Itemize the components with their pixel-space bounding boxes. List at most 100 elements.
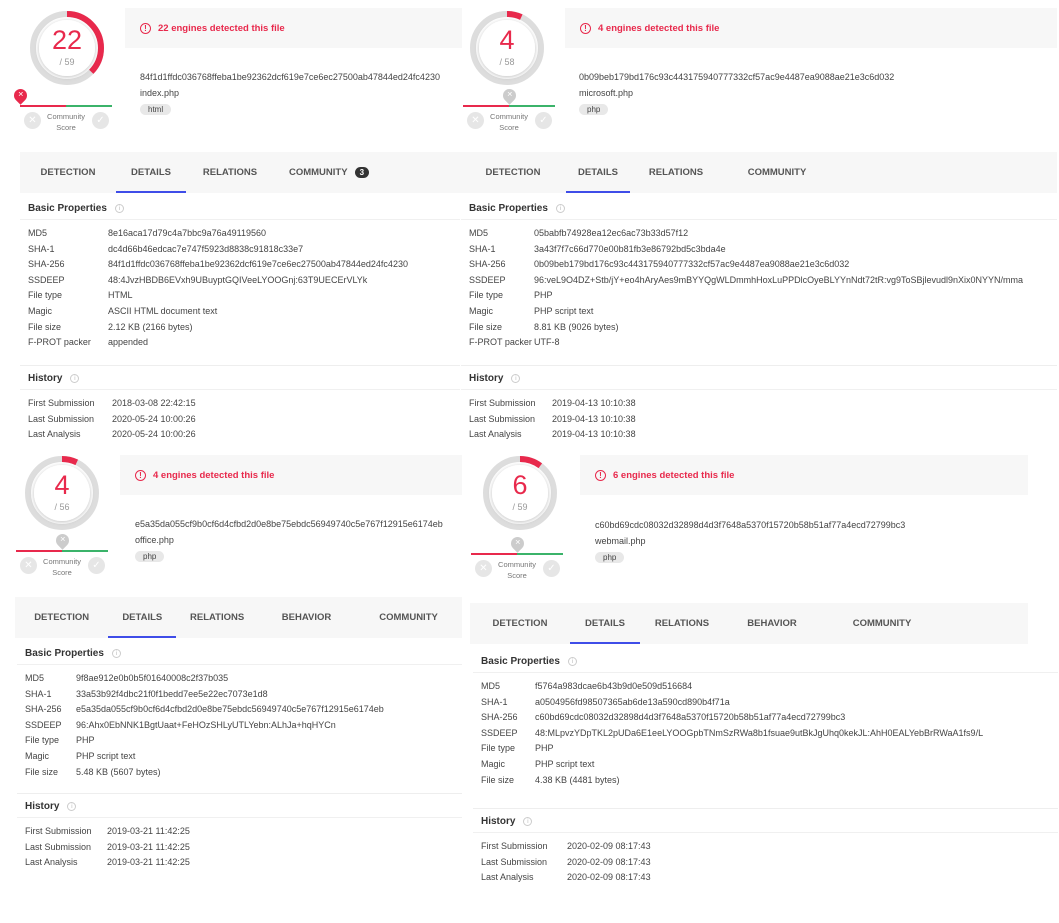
property-label: First Submission [25, 826, 92, 836]
detection-summary: 4 engines detected this file [598, 22, 720, 34]
file-type-tag[interactable]: php [135, 551, 165, 562]
tab-label: COMMUNITY [288, 167, 348, 178]
history-heading: History i [20, 373, 460, 390]
basic-properties-rows: MD5 9f8ae912e0b0b5f01640008c2f37b035 SHA-1… [17, 665, 462, 780]
info-icon[interactable]: i [67, 802, 77, 811]
property-row: MD5 f5764a983dcae6b43b9d0e509d516684 [481, 679, 1058, 695]
vote-harmless-button[interactable]: ✓ [543, 560, 560, 577]
history-rows: First Submission 2019-03-21 11:42:25 Last … [17, 818, 462, 871]
property-label: SSDEEP [25, 719, 62, 730]
file-type-tag[interactable]: html [140, 104, 172, 115]
tab-relations[interactable]: RELATIONS [176, 597, 258, 638]
tab-community[interactable]: COMMUNITY [820, 603, 944, 644]
tab-details[interactable]: DETAILS [116, 152, 186, 193]
info-icon[interactable]: i [567, 657, 577, 666]
property-row: Last Analysis 2020-02-09 08:17:43 [481, 870, 1058, 886]
property-row: F-PROT packer appended [28, 335, 460, 351]
tab-detection[interactable]: DETECTION [470, 603, 570, 644]
tab-relations[interactable]: RELATIONS [640, 603, 724, 644]
tab-community[interactable]: COMMUNITY 3 [274, 152, 384, 193]
history-title: History [25, 801, 60, 812]
vote-harmful-button[interactable]: ✕ [467, 112, 484, 129]
property-value: 2018-03-08 22:42:15 [112, 398, 196, 408]
tab-behavior[interactable]: BEHAVIOR [258, 597, 355, 638]
property-label: Last Analysis [481, 872, 534, 883]
tab-details[interactable]: DETAILS [108, 597, 177, 638]
file-type-tag[interactable]: php [595, 552, 625, 563]
property-value: PHP script text [76, 750, 136, 761]
tab-relations[interactable]: RELATIONS [630, 152, 722, 193]
property-label: First Submission [28, 398, 95, 408]
history: History i First Submission 2020-02-09 08:17… [473, 816, 1058, 886]
alert-icon: ! [580, 22, 591, 34]
property-row: Magic PHP script text [481, 757, 1058, 773]
tab-community[interactable]: COMMUNITY [355, 597, 462, 638]
property-row: SHA-256 c60bd69cdc08032d32898d4d3f7648a53… [481, 710, 1058, 726]
engine-total: / 59 [59, 57, 75, 67]
info-icon[interactable]: i [114, 204, 124, 213]
property-row: Magic PHP script text [469, 304, 1057, 320]
info-icon[interactable]: i [511, 374, 521, 383]
property-label: MD5 [28, 228, 48, 238]
property-value: 3a43f7f7c66d770e00b81fb3e86792bd5c3bda4e [534, 243, 726, 254]
info-icon[interactable]: i [555, 204, 565, 213]
property-row: Last Submission 2019-03-21 11:42:25 [25, 840, 462, 856]
tab-behavior[interactable]: BEHAVIOR [724, 603, 820, 644]
vote-harmless-button[interactable]: ✓ [535, 112, 552, 129]
tab-community[interactable]: COMMUNITY [722, 152, 832, 193]
alert-icon: ! [595, 469, 606, 481]
tab-detection[interactable]: DETECTION [20, 152, 116, 193]
tab-details[interactable]: DETAILS [566, 152, 630, 193]
basic-properties-heading: Basic Properties i [461, 203, 1057, 220]
file-type-tag[interactable]: php [579, 104, 609, 115]
tab-label: COMMUNITY [379, 612, 438, 623]
property-label: Last Submission [25, 841, 92, 852]
tab-relations[interactable]: RELATIONS [186, 152, 274, 193]
history-heading: History i [461, 373, 1057, 390]
property-row: Magic PHP script text [25, 749, 462, 765]
property-value: 2019-03-21 11:42:25 [107, 841, 190, 852]
vote-harmful-button[interactable]: ✕ [24, 112, 41, 129]
property-value: 33a53b92f4dbc21f0f1bedd7ee5e22ec7073e1d8 [76, 688, 268, 699]
detection-summary: 6 engines detected this file [613, 469, 735, 481]
property-value: PHP [76, 735, 95, 746]
vote-harmful-button[interactable]: ✕ [20, 557, 37, 574]
detection-banner: ! 6 engines detected this file [580, 455, 1028, 495]
property-label: SHA-256 [469, 259, 506, 270]
property-label: Magic [469, 305, 494, 316]
basic-properties-rows: MD5 8e16aca17d79c4a7bbc9a76a49119560 SHA-1… [20, 220, 460, 351]
property-label: F-PROT packer [28, 337, 91, 348]
community-score-bar [16, 550, 108, 552]
tab-label: COMMUNITY [747, 167, 807, 178]
info-icon[interactable]: i [523, 817, 533, 826]
property-label: SHA-256 [481, 712, 518, 723]
property-label: File type [25, 735, 60, 746]
community-score-marker: ✕ [53, 531, 72, 550]
property-value: PHP script text [534, 305, 594, 316]
tab-details[interactable]: DETAILS [570, 603, 640, 644]
property-value: 9f8ae912e0b0b5f01640008c2f37b035 [76, 673, 229, 683]
file-info: 84f1d1ffdc036768ffeba1be92362dcf619e7ce6… [140, 72, 440, 121]
file-info: e5a35da055cf9b0cf6d4cfbd2d0e8be75ebdc569… [135, 519, 443, 568]
property-label: Magic [25, 750, 50, 761]
detection-banner: ! 4 engines detected this file [565, 8, 1057, 48]
tab-label: RELATIONS [648, 167, 704, 178]
property-row: File type PHP [25, 733, 462, 749]
file-name: microsoft.php [579, 88, 634, 98]
vote-harmless-button[interactable]: ✓ [88, 557, 105, 574]
engine-total: / 58 [499, 57, 515, 67]
file-name: index.php [140, 88, 180, 98]
detection-summary: 4 engines detected this file [153, 469, 275, 481]
property-value: 0b09beb179bd176c93c443175940777332cf57ac… [534, 259, 850, 270]
tab-detection[interactable]: DETECTION [460, 152, 566, 193]
property-value: 2020-02-09 08:17:43 [567, 841, 651, 851]
tab-detection[interactable]: DETECTION [15, 597, 108, 638]
vote-harmless-button[interactable]: ✓ [92, 112, 109, 129]
vote-harmful-button[interactable]: ✕ [475, 560, 492, 577]
info-icon[interactable]: i [70, 374, 80, 383]
basic-properties-heading: Basic Properties i [17, 648, 462, 665]
property-value: 2020-05-24 10:00:26 [112, 413, 196, 424]
property-value: 2019-04-13 10:10:38 [552, 398, 636, 408]
info-icon[interactable]: i [111, 649, 121, 658]
detection-count: 4 [499, 25, 515, 55]
